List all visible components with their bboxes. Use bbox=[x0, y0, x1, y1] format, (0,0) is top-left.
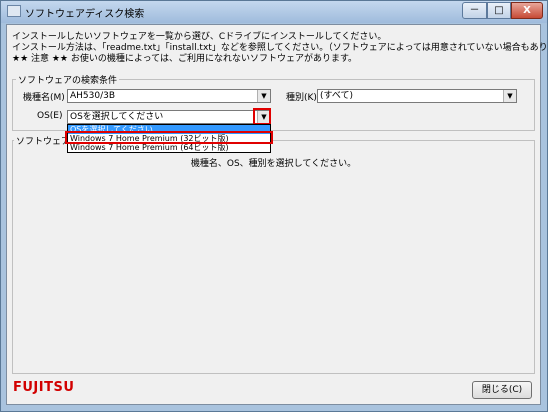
app-window: ソフトウェアディスク検索 － □ X インストールしたいソフトウェアを一覧から選… bbox=[0, 0, 548, 412]
model-combobox[interactable]: AH530/3B ▼ bbox=[67, 89, 271, 103]
intro-line-2: インストール方法は、「readme.txt」「install.txt」などを参照… bbox=[12, 43, 548, 53]
maximize-button[interactable]: □ bbox=[487, 2, 511, 19]
minimize-button[interactable]: － bbox=[462, 2, 487, 19]
os-value: OSを選択してください bbox=[70, 112, 164, 122]
os-label: OS(E) bbox=[37, 111, 63, 121]
search-conditions-label: ソフトウェアの検索条件 bbox=[16, 73, 120, 86]
type-combobox[interactable]: (すべて) ▼ bbox=[317, 89, 517, 103]
close-button[interactable]: 閉じる(C) bbox=[472, 381, 532, 399]
close-window-button[interactable]: X bbox=[511, 2, 543, 19]
highlight-os-arrow bbox=[253, 108, 271, 125]
model-value: AH530/3B bbox=[70, 91, 116, 101]
model-label: 機種名(M) bbox=[23, 93, 65, 103]
type-label: 種別(K) bbox=[286, 93, 317, 103]
fujitsu-logo: FUJITSU bbox=[13, 380, 75, 395]
os-option[interactable]: Windows 7 Home Premium (64ビット版) bbox=[68, 143, 270, 152]
highlight-os-option bbox=[65, 131, 273, 144]
chevron-down-icon[interactable]: ▼ bbox=[257, 90, 270, 102]
intro-line-3: ★★ 注意 ★★ お使いの機種によっては、ご利用になれないソフトウェアがあります… bbox=[12, 54, 358, 64]
software-group bbox=[12, 140, 535, 374]
software-message: 機種名、OS、種別を選択してください。 bbox=[190, 159, 357, 169]
window-title: ソフトウェアディスク検索 bbox=[25, 9, 145, 20]
type-value: (すべて) bbox=[320, 91, 354, 101]
intro-line-1: インストールしたいソフトウェアを一覧から選び、Cドライブにインストールしてくださ… bbox=[12, 32, 387, 42]
software-group-label: ソフトウェア bbox=[14, 134, 73, 147]
os-combobox[interactable]: OSを選択してください ▼ bbox=[67, 110, 271, 124]
chevron-down-icon[interactable]: ▼ bbox=[503, 90, 516, 102]
app-icon bbox=[7, 5, 21, 17]
intro-text: インストールしたいソフトウェアを一覧から選び、Cドライブにインストールしてくださ… bbox=[12, 32, 548, 65]
title-bar: ソフトウェアディスク検索 － □ X bbox=[1, 1, 547, 23]
client-area: インストールしたいソフトウェアを一覧から選び、Cドライブにインストールしてくださ… bbox=[6, 24, 548, 405]
